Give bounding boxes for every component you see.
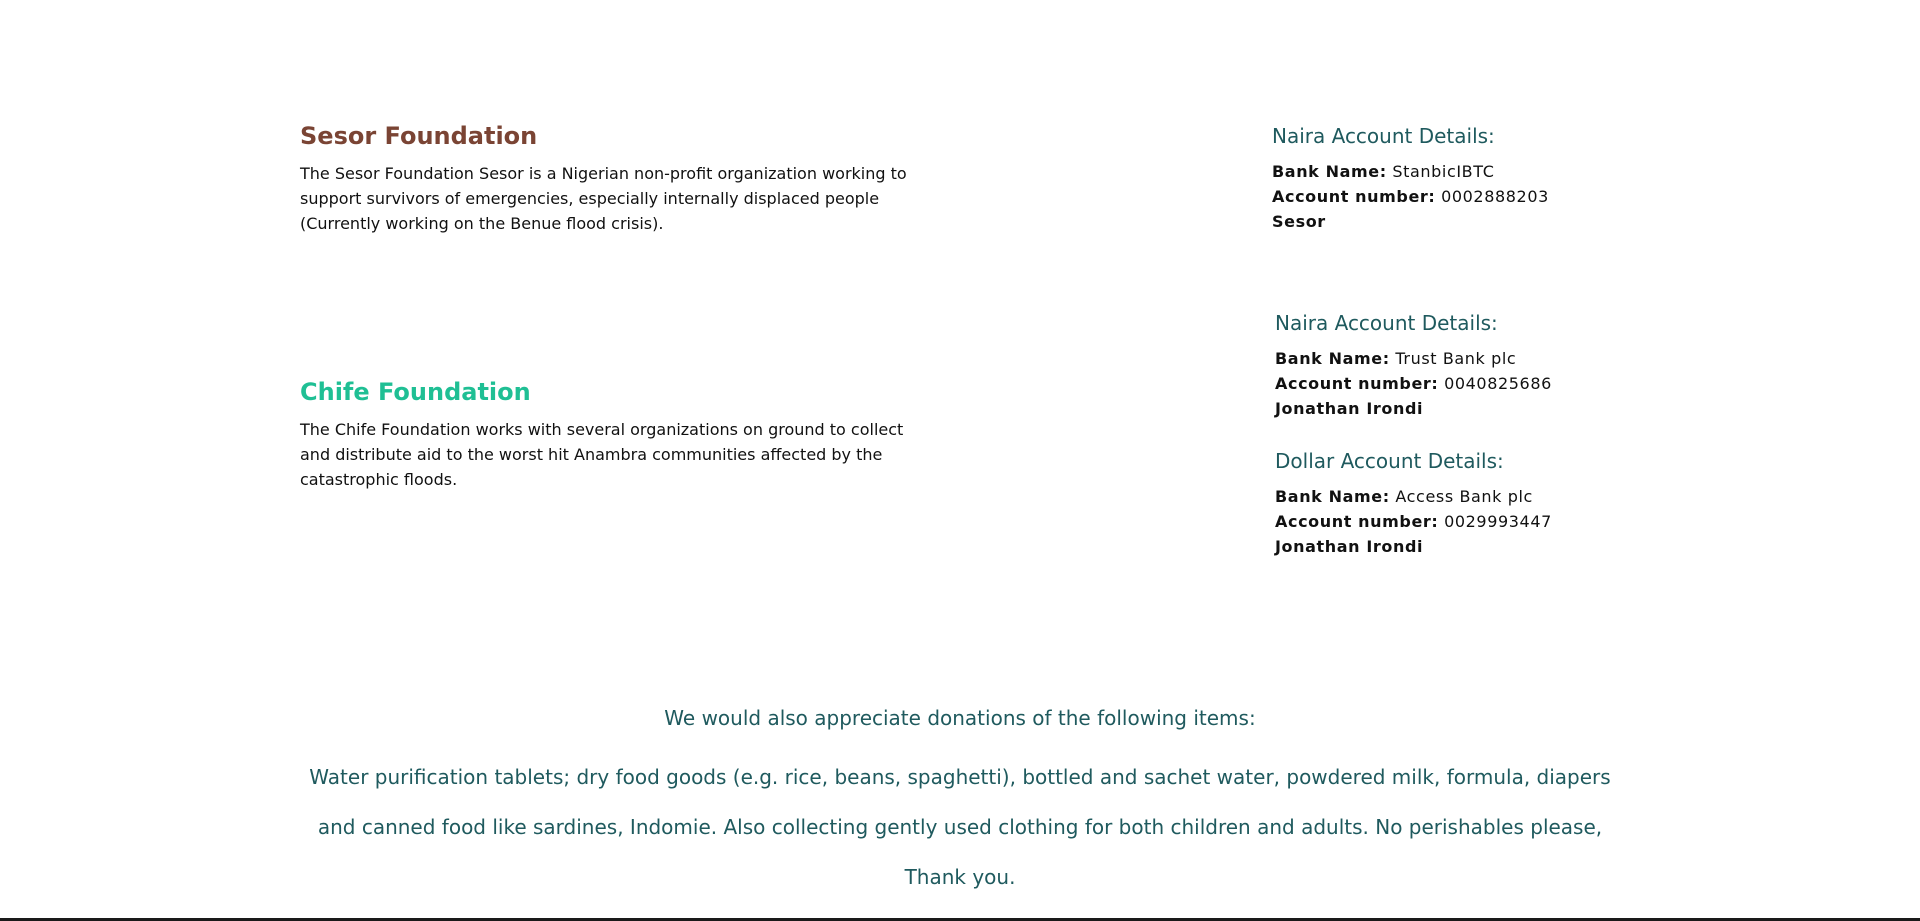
account-number-value: 0040825686 — [1444, 374, 1552, 393]
chife-dollar-account: Dollar Account Details: Bank Name: Acces… — [1275, 448, 1552, 559]
bank-name-value: Trust Bank plc — [1395, 349, 1517, 368]
chife-foundation-description: The Chife Foundation works with several … — [300, 420, 904, 489]
bank-name-label: Bank Name: — [1275, 487, 1390, 506]
bank-name-label: Bank Name: — [1272, 162, 1387, 181]
sesor-naira-account: Naira Account Details: Bank Name: Stanbi… — [1272, 123, 1549, 234]
chife-naira-holder: Jonathan Irondi — [1275, 399, 1424, 418]
chife-dollar-holder: Jonathan Irondi — [1275, 537, 1424, 556]
account-number-label: Account number: — [1272, 187, 1436, 206]
sesor-naira-heading: Naira Account Details: — [1272, 124, 1495, 148]
chife-foundation-title: Chife Foundation — [300, 378, 531, 406]
chife-dollar-heading: Dollar Account Details: — [1275, 449, 1504, 473]
sesor-foundation-title: Sesor Foundation — [300, 122, 538, 150]
account-number-label: Account number: — [1275, 374, 1439, 393]
bank-name-value: StanbicIBTC — [1392, 162, 1495, 181]
sesor-naira-bank-row: Bank Name: StanbicIBTC — [1272, 159, 1549, 184]
items-donation-heading: We would also appreciate donations of th… — [664, 706, 1256, 730]
chife-naira-heading: Naira Account Details: — [1275, 311, 1498, 335]
account-number-label: Account number: — [1275, 512, 1439, 531]
page: Sesor Foundation The Sesor Foundation Se… — [0, 0, 1920, 921]
items-donation-list: Water purification tablets; dry food goo… — [309, 765, 1611, 889]
sesor-naira-holder: Sesor — [1272, 212, 1326, 231]
chife-naira-account-row: Account number: 0040825686 — [1275, 371, 1552, 396]
sesor-foundation-description: The Sesor Foundation Sesor is a Nigerian… — [300, 164, 907, 233]
bank-name-label: Bank Name: — [1275, 349, 1390, 368]
sesor-naira-account-row: Account number: 0002888203 — [1272, 184, 1549, 209]
chife-naira-bank-row: Bank Name: Trust Bank plc — [1275, 346, 1552, 371]
chife-dollar-bank-row: Bank Name: Access Bank plc — [1275, 484, 1552, 509]
chife-dollar-account-row: Account number: 0029993447 — [1275, 509, 1552, 534]
bank-name-value: Access Bank plc — [1395, 487, 1533, 506]
account-number-value: 0029993447 — [1444, 512, 1552, 531]
chife-naira-account: Naira Account Details: Bank Name: Trust … — [1275, 310, 1552, 421]
account-number-value: 0002888203 — [1441, 187, 1549, 206]
